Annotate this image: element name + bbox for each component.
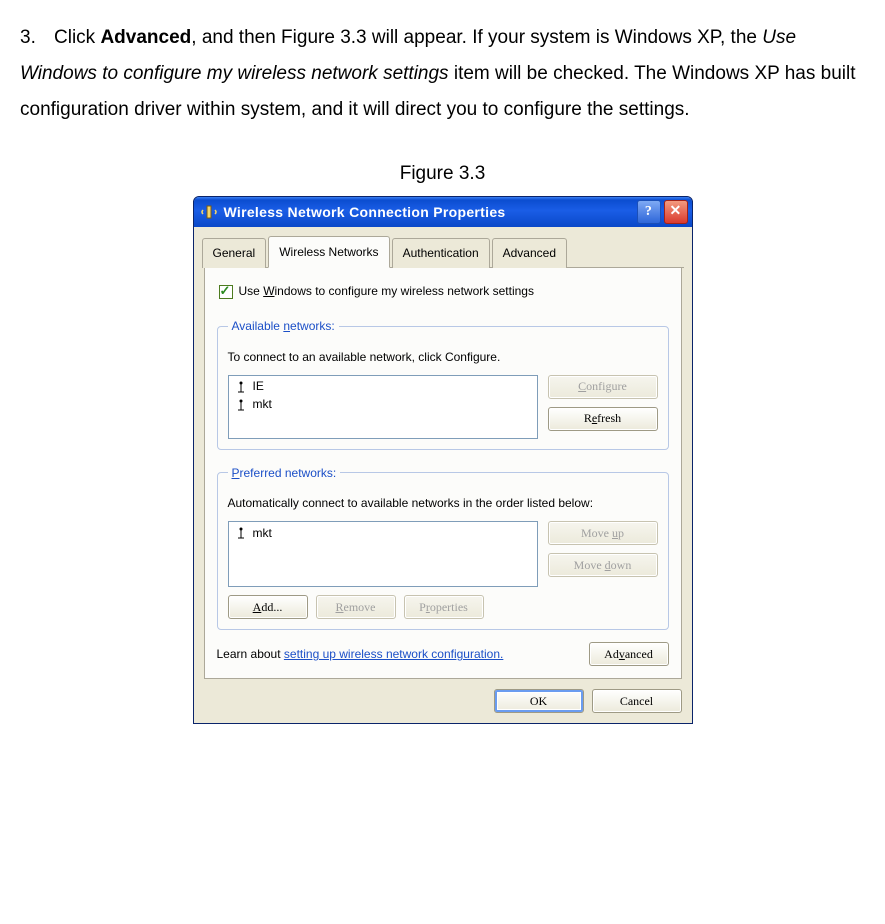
antenna-icon (235, 381, 247, 393)
list-item[interactable]: mkt (231, 524, 535, 542)
tab-authentication[interactable]: Authentication (392, 238, 490, 268)
list-item-label: mkt (253, 393, 272, 416)
learn-text: Learn about setting up wireless network … (217, 643, 504, 666)
cancel-button[interactable]: Cancel (592, 689, 682, 713)
tab-advanced[interactable]: Advanced (492, 238, 567, 268)
instruction-step: 3.Click Advanced, and then Figure 3.3 wi… (20, 20, 865, 128)
move-down-button[interactable]: Move down (548, 553, 658, 577)
list-item[interactable]: IE (231, 378, 535, 396)
dialog-title: Wireless Network Connection Properties (224, 199, 506, 226)
advanced-button[interactable]: Advanced (589, 642, 669, 666)
wireless-icon (200, 203, 218, 221)
learn-link[interactable]: setting up wireless network configuratio… (284, 647, 503, 661)
tab-wireless-networks[interactable]: Wireless Networks (268, 236, 389, 268)
titlebar[interactable]: Wireless Network Connection Properties ?… (194, 197, 692, 227)
add-button[interactable]: Add... (228, 595, 308, 619)
remove-button[interactable]: Remove (316, 595, 396, 619)
properties-button[interactable]: Properties (404, 595, 484, 619)
list-item[interactable]: mkt (231, 396, 535, 414)
antenna-icon (235, 527, 247, 539)
ok-button[interactable]: OK (494, 689, 584, 713)
tab-page: Use Windows to configure my wireless net… (204, 268, 682, 679)
available-listbox[interactable]: IE mkt (228, 375, 538, 439)
available-networks-group: Available networks: To connect to an ava… (217, 315, 669, 450)
move-up-button[interactable]: Move up (548, 521, 658, 545)
help-icon: ? (645, 199, 652, 226)
tab-general[interactable]: General (202, 238, 267, 268)
figure-caption: Figure 3.3 (20, 156, 865, 192)
use-windows-checkbox[interactable] (219, 285, 233, 299)
step-text: Click Advanced, and then Figure 3.3 will… (20, 27, 856, 120)
step-number: 3. (20, 20, 54, 56)
antenna-icon (235, 399, 247, 411)
preferred-legend: Preferred networks: (228, 462, 341, 485)
list-item-label: mkt (253, 522, 272, 545)
close-icon: ✕ (669, 199, 681, 226)
xp-dialog: Wireless Network Connection Properties ?… (193, 196, 693, 724)
preferred-networks-group: Preferred networks: Automatically connec… (217, 462, 669, 631)
help-button[interactable]: ? (637, 200, 661, 224)
close-button[interactable]: ✕ (664, 200, 688, 224)
preferred-listbox[interactable]: mkt (228, 521, 538, 587)
preferred-desc: Automatically connect to available netwo… (228, 492, 658, 515)
configure-button[interactable]: Configure (548, 375, 658, 399)
available-legend: Available networks: (228, 315, 339, 338)
available-desc: To connect to an available network, clic… (228, 346, 658, 369)
use-windows-label[interactable]: Use Windows to configure my wireless net… (239, 280, 534, 303)
tab-strip: General Wireless Networks Authentication… (202, 235, 684, 268)
bold-advanced: Advanced (100, 27, 191, 48)
refresh-button[interactable]: Refresh (548, 407, 658, 431)
